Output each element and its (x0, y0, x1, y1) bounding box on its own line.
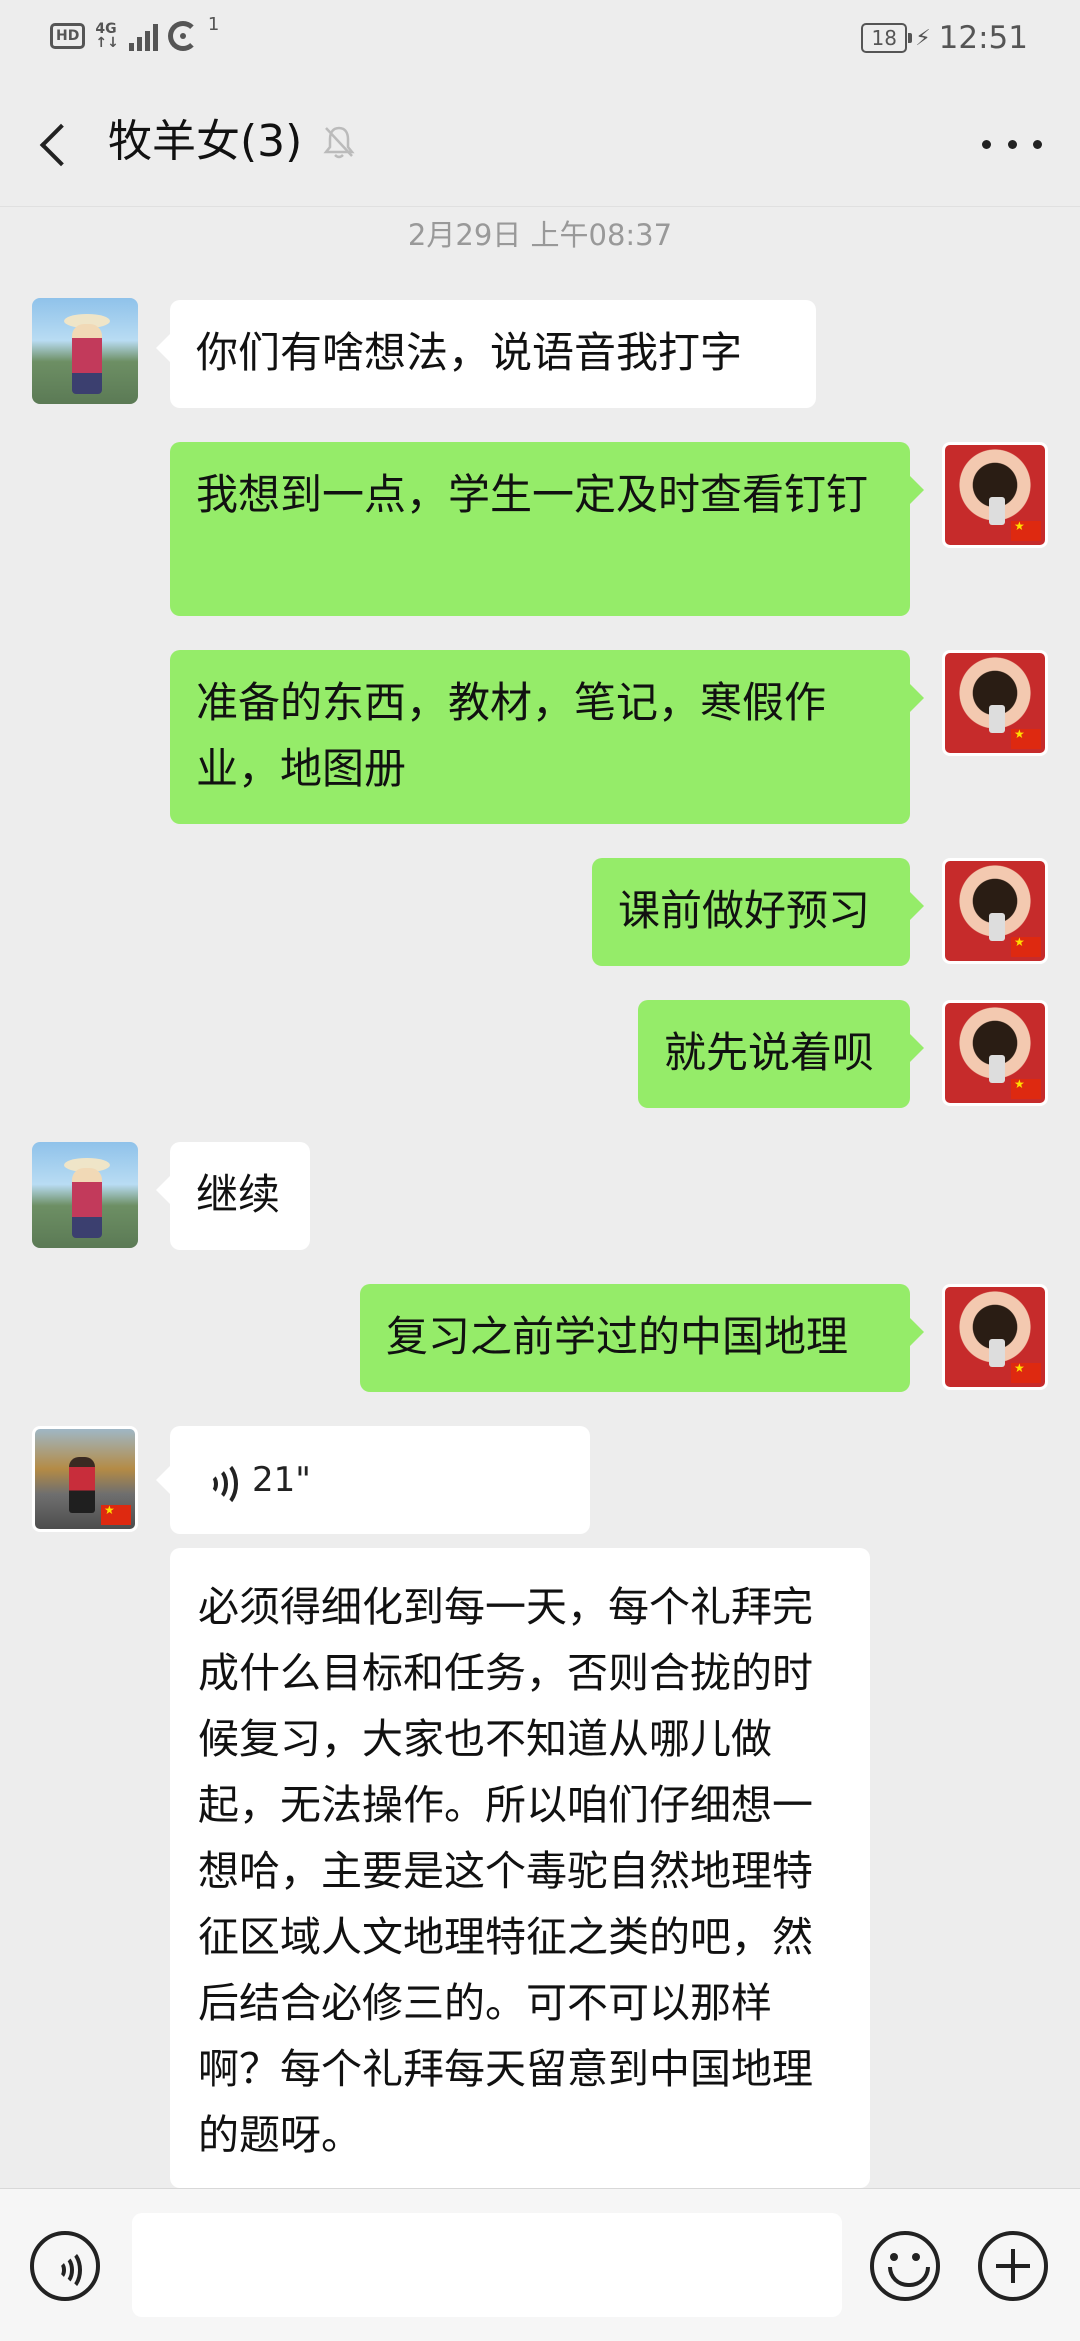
hotspot-count: 1 (207, 14, 220, 35)
battery-icon: 18 (861, 23, 913, 53)
message-bubble[interactable]: 你们有啥想法，说语音我打字 (156, 300, 816, 408)
network-arrows: ↑↓ (95, 35, 119, 51)
signal-icon (128, 21, 158, 51)
message-input[interactable] (132, 2213, 842, 2317)
status-bar: HD 4G ↑↓ 1 18 ⚡ 12:51 (0, 0, 1080, 72)
plus-button[interactable] (978, 2231, 1048, 2301)
more-options-button[interactable] (982, 124, 1042, 164)
voice-wave-icon (204, 1460, 238, 1508)
china-flag-icon (1011, 727, 1041, 749)
clock: 12:51 (938, 20, 1028, 56)
status-left: HD 4G ↑↓ 1 (50, 14, 219, 54)
china-flag-icon (1011, 1077, 1041, 1099)
back-button[interactable] (32, 112, 82, 172)
avatar[interactable] (942, 858, 1048, 964)
voice-message[interactable]: 21" (156, 1426, 590, 1534)
message-timestamp: 2月29日 上午08:37 (407, 218, 673, 252)
avatar[interactable] (942, 442, 1048, 548)
avatar[interactable] (942, 650, 1048, 756)
avatar[interactable] (32, 298, 138, 404)
voice-duration: 21" (252, 1460, 311, 1500)
message-bubble[interactable]: 继续 (156, 1142, 310, 1250)
china-flag-icon (1011, 935, 1041, 957)
network-type-label: 4G (95, 21, 117, 37)
voice-toggle-button[interactable] (30, 2231, 100, 2301)
avatar[interactable] (942, 1000, 1048, 1106)
hotspot-icon (167, 21, 198, 51)
charging-icon: ⚡ (915, 25, 931, 51)
avatar[interactable] (32, 1426, 138, 1532)
avatar[interactable] (942, 1284, 1048, 1390)
bell-off-icon (323, 126, 355, 159)
avatar[interactable] (32, 1142, 138, 1248)
emoji-button[interactable] (870, 2231, 940, 2301)
voice-transcript[interactable]: 必须得细化到每一天，每个礼拜完成什么目标和任务，否则合拢的时候复习，大家也不知道… (170, 1548, 870, 2188)
network-type: 4G ↑↓ (95, 22, 118, 50)
message-bubble[interactable]: 就先说着呗 (638, 1000, 924, 1108)
chat-header: 牧羊女(3) (0, 72, 1080, 207)
china-flag-icon (1011, 519, 1041, 541)
message-bubble[interactable]: 复习之前学过的中国地理 (360, 1284, 924, 1392)
message-bubble[interactable]: 我想到一点，学生一定及时查看钉钉 (170, 442, 924, 616)
input-bar (0, 2188, 1080, 2341)
chat-title: 牧羊女(3) (108, 116, 303, 167)
china-flag-icon (101, 1503, 131, 1525)
china-flag-icon (1011, 1361, 1041, 1383)
message-bubble[interactable]: 课前做好预习 (592, 858, 924, 966)
status-right: 18 ⚡ 12:51 (861, 18, 1028, 58)
ellipsis-icon (982, 139, 991, 149)
hd-badge: HD (50, 23, 86, 49)
message-bubble[interactable]: 准备的东西，教材，笔记，寒假作业，地图册 (170, 650, 924, 824)
